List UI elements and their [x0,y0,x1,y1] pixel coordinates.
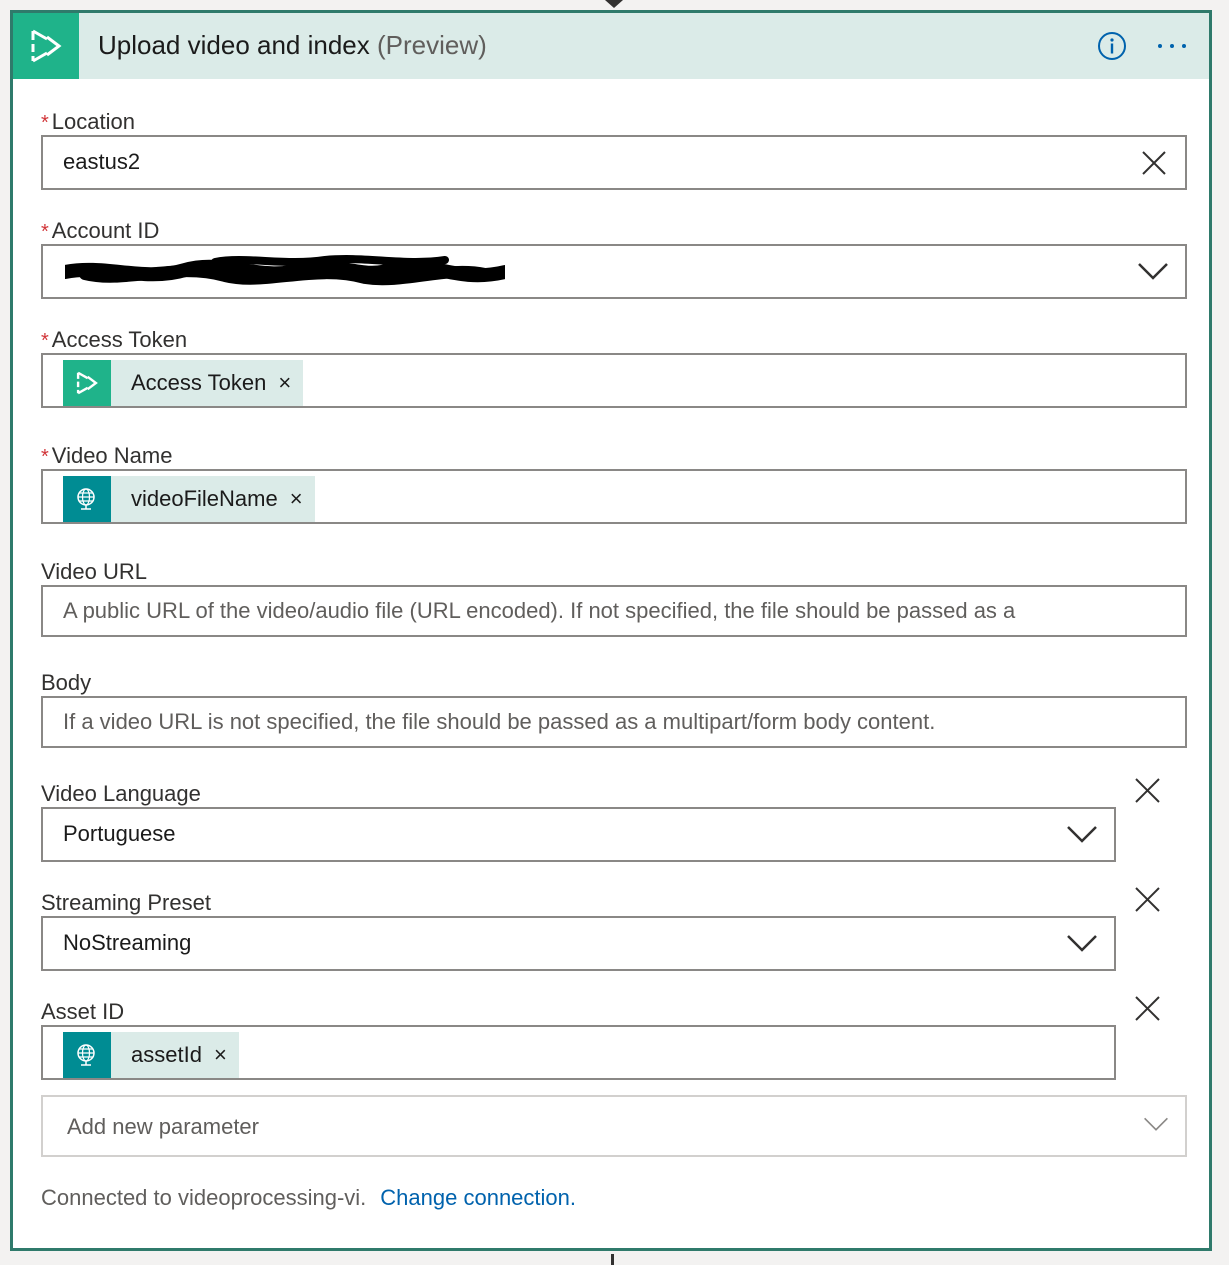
account-id-label-text: Account ID [51,218,160,243]
card-title-text: Upload video and index [98,30,370,60]
location-value: eastus2 [63,149,141,174]
connection-footer: Connected to videoprocessing-vi. Change c… [41,1185,576,1211]
more-options-icon[interactable] [1155,31,1189,61]
connection-status-text: Connected to videoprocessing-vi. [41,1185,367,1210]
location-label-text: Location [51,109,135,134]
asset-id-label: Asset ID [41,999,125,1024]
flow-connector-line [611,1254,614,1265]
location-label: * Location [41,109,135,135]
chevron-down-icon[interactable] [1137,260,1169,282]
card-header[interactable]: Upload video and index (Preview) [13,13,1209,79]
access-token-label-text: Access Token [51,327,188,352]
video-url-label: Video URL [41,559,147,584]
redaction-scribble [65,255,505,286]
streaming-preset-dropdown[interactable]: NoStreaming [41,916,1116,971]
token-label: videoFileName [131,486,278,511]
streaming-preset-label: Streaming Preset [41,890,211,915]
video-name-input[interactable]: videoFileName × [41,469,1187,524]
access-token-label: * Access Token [41,327,187,353]
body-input[interactable]: If a video URL is not specified, the fil… [41,696,1187,748]
token-remove-icon[interactable]: × [214,1042,239,1068]
streaming-preset-value: NoStreaming [63,930,192,955]
add-parameter-dropdown[interactable]: Add new parameter [41,1095,1187,1157]
required-marker: * [41,221,49,243]
account-id-dropdown[interactable] [41,244,1187,299]
video-language-dropdown[interactable]: Portuguese [41,807,1116,862]
dynamic-content-token[interactable]: assetId × [63,1032,239,1078]
chevron-down-icon[interactable] [1066,823,1098,845]
card-title: Upload video and index (Preview) [98,30,487,61]
video-language-label: Video Language [41,781,201,806]
body-label: Body [41,670,92,695]
token-remove-icon[interactable]: × [278,370,303,396]
access-token-input[interactable]: Access Token × [41,353,1187,408]
body-placeholder: If a video URL is not specified, the fil… [63,709,936,734]
video-indexer-icon [63,360,111,406]
remove-parameter-icon[interactable] [1134,995,1161,1022]
token-remove-icon[interactable]: × [290,486,315,512]
required-marker: * [41,446,49,468]
token-label: assetId [131,1042,202,1067]
video-language-value: Portuguese [63,821,176,846]
remove-parameter-icon[interactable] [1134,886,1161,913]
info-icon[interactable] [1097,31,1127,61]
required-marker: * [41,330,49,352]
account-id-label: * Account ID [41,218,159,244]
action-card: Upload video and index (Preview) * Locati… [10,10,1212,1251]
video-name-label: * Video Name [41,443,172,469]
video-url-placeholder: A public URL of the video/audio file (UR… [63,598,1016,623]
card-title-suffix: (Preview) [377,30,487,60]
dynamic-content-token[interactable]: videoFileName × [63,476,315,522]
token-label: Access Token [131,370,267,395]
flow-connector-arrow [605,0,623,8]
clear-icon[interactable] [1141,150,1167,176]
location-input[interactable]: eastus2 [41,135,1187,190]
globe-icon [63,1032,111,1078]
add-parameter-placeholder: Add new parameter [67,1114,259,1139]
chevron-down-icon[interactable] [1143,1115,1169,1133]
video-url-input[interactable]: A public URL of the video/audio file (UR… [41,585,1187,637]
video-name-label-text: Video Name [51,443,173,468]
dynamic-content-token[interactable]: Access Token × [63,360,304,406]
remove-parameter-icon[interactable] [1134,777,1161,804]
asset-id-input[interactable]: assetId × [41,1025,1116,1080]
required-marker: * [41,112,49,134]
video-indexer-icon [13,13,79,79]
chevron-down-icon[interactable] [1066,932,1098,954]
change-connection-link[interactable]: Change connection. [380,1185,576,1210]
globe-icon [63,476,111,522]
